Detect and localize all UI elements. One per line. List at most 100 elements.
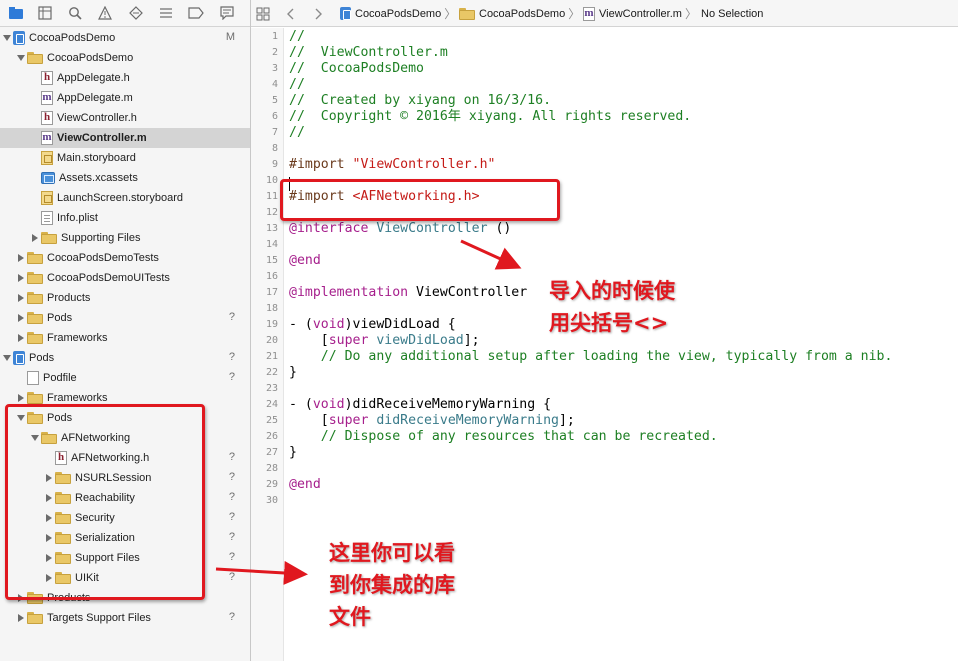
breadcrumb-separator-icon: 〉 <box>444 7 457 21</box>
navigator-row-assets-xcassets[interactable]: Assets.xcassets <box>0 168 250 188</box>
folder-icon <box>27 252 43 264</box>
report-navigator-icon[interactable] <box>217 4 237 22</box>
code-line[interactable]: // <box>289 77 305 93</box>
code-line[interactable]: // Do any additional setup after loading… <box>289 349 893 365</box>
breadcrumb-group[interactable]: CocoaPodsDemo 〉 <box>459 0 580 27</box>
test-navigator-diamond-icon[interactable] <box>126 4 146 22</box>
code-line[interactable]: // <box>289 125 305 141</box>
forward-chevron-icon[interactable] <box>313 0 323 27</box>
navigator-row-frameworks[interactable]: Frameworks <box>0 328 250 348</box>
back-chevron-icon[interactable] <box>286 0 296 27</box>
plist-file-icon <box>41 211 53 225</box>
navigator-row-main-storyboard[interactable]: Main.storyboard <box>0 148 250 168</box>
navigator-row-cocoapodsdemo[interactable]: CocoaPodsDemo M <box>0 28 250 48</box>
code-line[interactable]: // Created by xiyang on 16/3/16. <box>289 93 551 109</box>
code-line[interactable]: - (void)didReceiveMemoryWarning { <box>289 397 551 413</box>
source-control-status-badge: ? <box>228 351 235 363</box>
code-line[interactable]: @end <box>289 253 321 269</box>
find-navigator-search-icon[interactable] <box>65 4 85 22</box>
implementation-file-icon: m <box>41 131 53 145</box>
breadcrumb-separator-icon: 〉 <box>568 7 581 21</box>
code-line[interactable]: } <box>289 365 297 381</box>
code-line[interactable]: [super didReceiveMemoryWarning]; <box>289 413 575 429</box>
debug-navigator-icon[interactable] <box>156 4 176 22</box>
breakpoint-navigator-icon[interactable] <box>186 4 206 22</box>
source-control-status-badge: ? <box>228 451 235 463</box>
pods-annotation-note: 这里你可以看 到你集成的库 文件 <box>329 537 455 633</box>
code-line[interactable]: @interface ViewController () <box>289 221 511 237</box>
navigator-row-products[interactable]: Products <box>0 288 250 308</box>
note-line: 这里你可以看 <box>329 541 455 565</box>
code-line[interactable]: } <box>289 445 297 461</box>
navigator-row-appdelegate-m[interactable]: m AppDelegate.m <box>0 88 250 108</box>
navigator-row-pods[interactable]: Pods? <box>0 308 250 328</box>
navigator-row-label: Pods <box>47 312 73 324</box>
breadcrumb-selection[interactable]: No Selection <box>701 0 763 27</box>
navigator-row-launchscreen-storyboard[interactable]: LaunchScreen.storyboard <box>0 188 250 208</box>
navigator-row-info-plist[interactable]: Info.plist <box>0 208 250 228</box>
code-token: super <box>328 333 369 348</box>
header-file-icon: h <box>41 111 53 125</box>
code-line[interactable]: [super viewDidLoad]; <box>289 333 480 349</box>
code-line[interactable]: @end <box>289 477 321 493</box>
line-number: 10 <box>265 175 278 186</box>
navigator-row-podfile[interactable]: Podfile? <box>0 368 250 388</box>
line-number: 17 <box>265 287 278 298</box>
code-line[interactable]: - (void)viewDidLoad { <box>289 317 456 333</box>
navigator-row-appdelegate-h[interactable]: h AppDelegate.h <box>0 68 250 88</box>
code-token: ViewController <box>408 285 528 300</box>
folder-icon <box>27 612 43 624</box>
podfile-icon <box>27 371 39 385</box>
line-number: 2 <box>271 47 278 58</box>
navigator-row-viewcontroller-h[interactable]: h ViewController.h <box>0 108 250 128</box>
code-line[interactable]: // ViewController.m <box>289 45 448 61</box>
disclosure-closed-icon[interactable] <box>16 248 26 268</box>
folder-icon <box>27 272 43 284</box>
navigator-row-supporting-files[interactable]: Supporting Files <box>0 228 250 248</box>
project-navigator-folder-icon[interactable] <box>6 4 26 22</box>
code-token: } <box>289 365 297 380</box>
disclosure-open-icon[interactable] <box>2 28 12 48</box>
code-line[interactable]: // CocoaPodsDemo <box>289 61 424 77</box>
code-line[interactable]: // Dispose of any resources that can be … <box>289 429 718 445</box>
line-number: 21 <box>265 351 278 362</box>
asset-catalog-icon <box>41 172 55 184</box>
code-token: #import <box>289 157 353 172</box>
source-control-status-badge: ? <box>228 571 235 583</box>
line-number: 8 <box>271 143 278 154</box>
disclosure-closed-icon[interactable] <box>16 308 26 328</box>
note-line: 导入的时候使 <box>549 279 675 303</box>
code-line[interactable]: @implementation ViewController <box>289 285 527 301</box>
disclosure-closed-icon[interactable] <box>16 268 26 288</box>
related-items-grid-icon[interactable] <box>256 0 270 27</box>
breadcrumb-file[interactable]: m ViewController.m 〉 <box>583 0 697 27</box>
symbol-navigator-icon[interactable] <box>35 4 55 22</box>
line-number: 12 <box>265 207 278 218</box>
issue-navigator-warning-icon[interactable] <box>95 4 115 22</box>
navigator-row-cocoapodsdemouitests[interactable]: CocoaPodsDemoUITests <box>0 268 250 288</box>
line-number: 27 <box>265 447 278 458</box>
breadcrumb-project[interactable]: CocoaPodsDemo 〉 <box>340 0 456 27</box>
navigator-row-cocoapodsdemotests[interactable]: CocoaPodsDemoTests <box>0 248 250 268</box>
navigator-row-targets-support-files[interactable]: Targets Support Files? <box>0 608 250 628</box>
code-token: // Dispose of any resources that can be … <box>289 429 718 444</box>
line-number: 26 <box>265 431 278 442</box>
disclosure-closed-icon[interactable] <box>30 228 40 248</box>
code-line[interactable]: // Copyright © 2016年 xiyang. All rights … <box>289 109 691 125</box>
disclosure-open-icon[interactable] <box>2 348 12 368</box>
navigator-row-cocoapodsdemo[interactable]: CocoaPodsDemo <box>0 48 250 68</box>
code-token: @end <box>289 477 321 492</box>
navigator-row-pods[interactable]: Pods? <box>0 348 250 368</box>
note-line: 到你集成的库 <box>329 573 455 597</box>
navigator-row-label: Frameworks <box>47 332 108 344</box>
code-line[interactable]: // <box>289 29 305 45</box>
disclosure-closed-icon[interactable] <box>16 328 26 348</box>
code-line[interactable]: #import "ViewController.h" <box>289 157 495 173</box>
source-control-status-badge: ? <box>228 491 235 503</box>
navigator-row-viewcontroller-m[interactable]: m ViewController.m <box>0 128 250 148</box>
disclosure-closed-icon[interactable] <box>16 608 26 628</box>
disclosure-open-icon[interactable] <box>16 48 26 68</box>
code-token: () <box>487 221 512 236</box>
disclosure-closed-icon[interactable] <box>16 288 26 308</box>
code-token: // Copyright © 2016年 xiyang. All rights … <box>289 109 692 124</box>
